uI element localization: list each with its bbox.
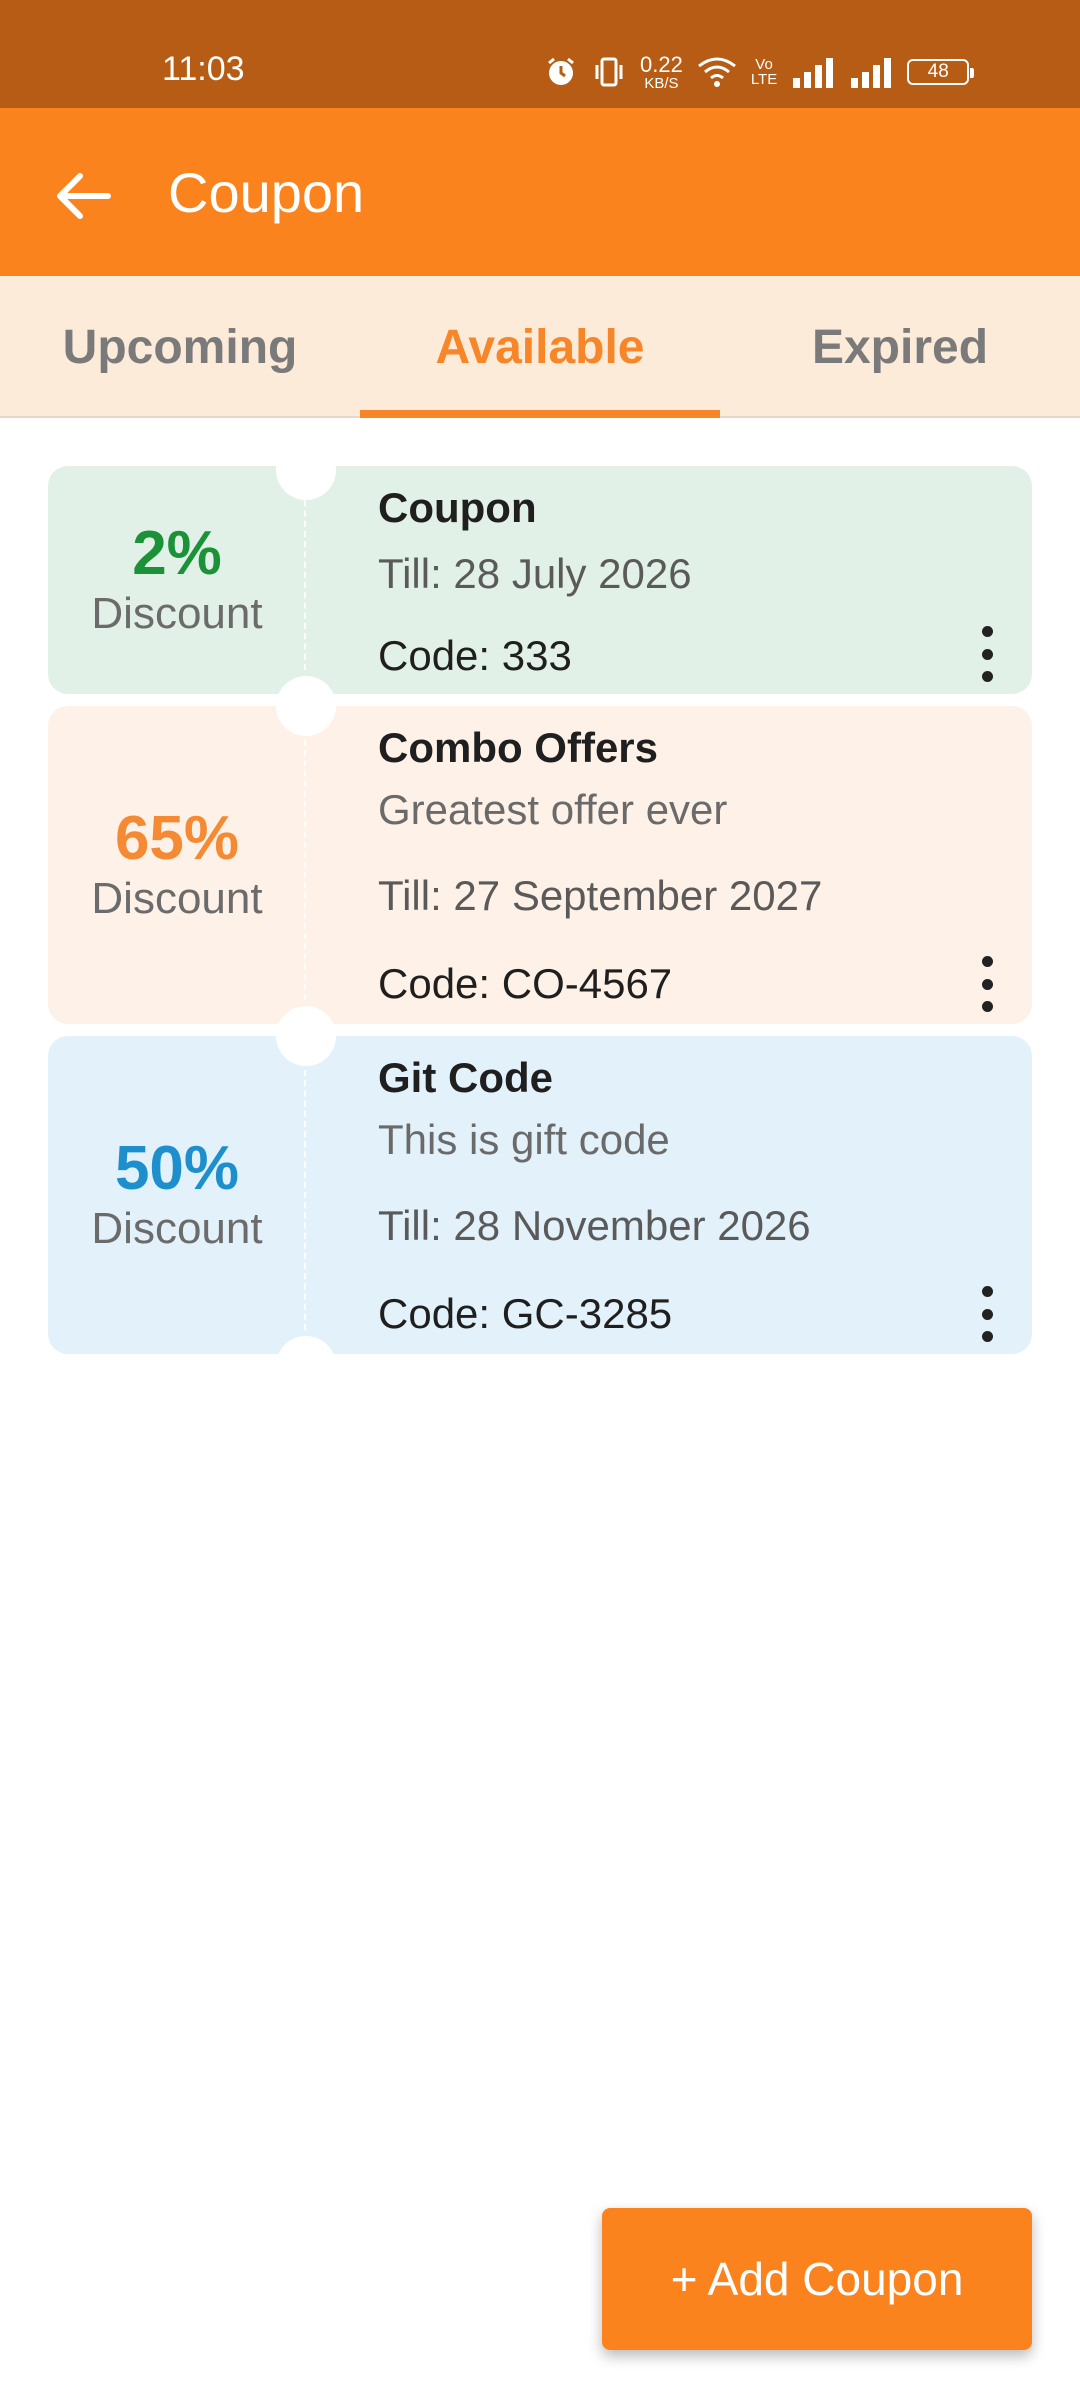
- ticket-notch: [276, 1006, 336, 1066]
- alarm-icon: [544, 55, 578, 89]
- status-time: 11:03: [162, 50, 245, 88]
- discount-label: Discount: [91, 588, 263, 638]
- tab-expired[interactable]: Expired: [720, 276, 1080, 418]
- volte-indicator: Vo LTE: [750, 56, 778, 88]
- coupon-divider: [304, 490, 306, 670]
- coupon-code: Code: 333: [378, 632, 572, 679]
- add-coupon-button[interactable]: + Add Coupon: [602, 2208, 1032, 2350]
- wifi-icon: [697, 56, 737, 88]
- tab-upcoming[interactable]: Upcoming: [0, 276, 360, 418]
- coupon-card[interactable]: 65% Discount Combo Offers Greatest offer…: [48, 706, 1032, 1024]
- coupon-description: This is gift code: [378, 1116, 670, 1163]
- coupon-title: Combo Offers: [378, 724, 659, 771]
- signal-icon: [849, 56, 893, 88]
- coupon-code: Code: GC-3285: [378, 1290, 673, 1337]
- back-button[interactable]: [48, 160, 120, 232]
- status-icons: 0.22 KB/S Vo LTE 48: [544, 51, 975, 92]
- app-bar: Coupon: [0, 108, 1080, 276]
- tab-available[interactable]: Available: [360, 276, 720, 418]
- discount-percent: 2%: [132, 518, 222, 588]
- coupon-card[interactable]: 2% Discount Coupon Till: 28 July 2026 Co…: [48, 466, 1032, 694]
- coupon-discount: 50% Discount: [48, 1036, 306, 1354]
- ticket-notch: [276, 676, 336, 736]
- discount-label: Discount: [91, 1203, 263, 1253]
- vibrate-icon: [592, 55, 626, 89]
- coupon-till: Till: 28 July 2026: [378, 550, 692, 597]
- coupon-code: Code: CO-4567: [378, 960, 673, 1007]
- coupon-discount: 65% Discount: [48, 706, 306, 1024]
- coupon-details: Git Code This is gift code Till: 28 Nove…: [378, 1054, 972, 1337]
- tab-bar: Upcoming Available Expired: [0, 276, 1080, 418]
- ticket-notch: [276, 440, 336, 500]
- coupon-details: Combo Offers Greatest offer ever Till: 2…: [378, 724, 972, 1007]
- coupon-card[interactable]: 50% Discount Git Code This is gift code …: [48, 1036, 1032, 1354]
- discount-percent: 65%: [114, 803, 240, 873]
- coupon-till: Till: 28 November 2026: [378, 1202, 811, 1249]
- coupon-details: Coupon Till: 28 July 2026 Code: 333: [378, 484, 972, 679]
- coupon-title: Git Code: [378, 1054, 553, 1101]
- coupon-description: Greatest offer ever: [378, 786, 728, 833]
- more-vertical-icon[interactable]: [980, 626, 994, 682]
- page-title: Coupon: [168, 161, 365, 224]
- discount-label: Discount: [91, 873, 263, 923]
- ticket-notch: [276, 1336, 336, 1396]
- coupon-divider: [304, 730, 306, 1000]
- coupon-title: Coupon: [378, 484, 537, 531]
- tab-indicator: [360, 410, 720, 418]
- more-vertical-icon[interactable]: [980, 1286, 994, 1342]
- battery-icon: 48: [907, 59, 975, 85]
- coupon-till: Till: 27 September 2027: [378, 872, 823, 919]
- coupon-divider: [304, 1060, 306, 1330]
- arrow-left-icon: [57, 173, 111, 219]
- signal-icon: [791, 56, 835, 88]
- network-speed: 0.22 KB/S: [640, 51, 683, 92]
- discount-percent: 50%: [114, 1133, 240, 1203]
- status-bar: 11:03 0.22 KB/S Vo LTE 48: [0, 0, 1080, 108]
- coupon-discount: 2% Discount: [48, 466, 306, 694]
- more-vertical-icon[interactable]: [980, 956, 994, 1012]
